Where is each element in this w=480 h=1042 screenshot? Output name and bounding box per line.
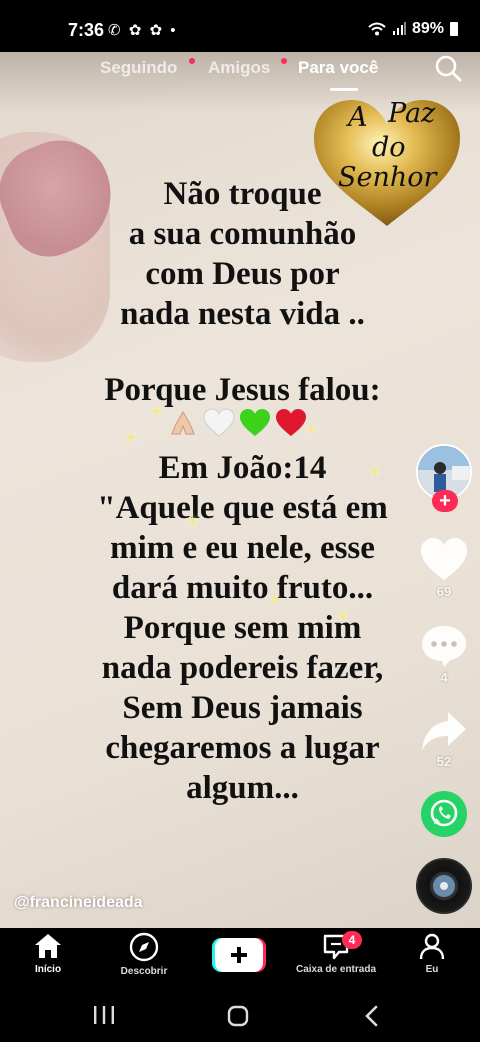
comment-count: 4 — [440, 670, 448, 685]
back-icon[interactable] — [362, 1004, 382, 1028]
sparkle-icon: ✦ — [368, 464, 382, 481]
tab-for-you[interactable]: Para você — [298, 58, 378, 78]
battery-icon — [450, 22, 458, 36]
green-heart-icon — [240, 409, 270, 436]
like-heart-icon[interactable] — [418, 536, 470, 582]
red-heart-icon — [276, 409, 306, 436]
message-paragraph-1: Não troque a sua comunhão com Deus por n… — [120, 176, 365, 332]
recent-apps-icon[interactable] — [92, 1004, 116, 1026]
folded-hands-icon — [171, 411, 195, 435]
music-disc[interactable] — [416, 858, 472, 914]
nav-inbox[interactable]: Caixa de entrada — [291, 932, 381, 975]
feed-tabs: Seguindo Amigos Para você — [0, 56, 480, 92]
sparkle-icon: ✦ — [186, 514, 200, 531]
share-count: 52 — [436, 754, 452, 769]
home-button-icon[interactable] — [226, 1004, 250, 1028]
sparkle-icon: ✦ — [336, 608, 350, 625]
nav-profile[interactable]: Eu — [387, 932, 477, 975]
music-disc-cover — [433, 875, 455, 897]
search-icon[interactable] — [434, 54, 462, 82]
status-time: 7:36 — [68, 20, 105, 40]
create-button[interactable] — [212, 938, 266, 972]
comment-icon[interactable] — [418, 622, 470, 668]
signal-icon — [392, 22, 406, 35]
whatsapp-icon — [430, 799, 458, 827]
plus-icon — [212, 938, 266, 972]
sparkle-icon: ✦ — [150, 404, 164, 421]
home-icon — [35, 934, 61, 958]
battery-percent: 89% — [411, 20, 444, 37]
nav-home[interactable]: Início — [3, 932, 93, 975]
system-nav-bar — [0, 988, 480, 1042]
inbox-badge: 4 — [342, 931, 362, 949]
emoji-row — [166, 408, 308, 438]
tab-following[interactable]: Seguindo — [100, 58, 177, 78]
message-paragraph-3: Em João:14 "Aquele que está em mim e eu … — [97, 450, 388, 806]
sparkle-icon: ✦ — [124, 430, 138, 447]
compass-icon — [129, 932, 159, 962]
like-count: 69 — [436, 584, 452, 599]
share-arrow-icon[interactable] — [418, 708, 470, 754]
message-paragraph-2: Porque Jesus falou: — [104, 372, 381, 408]
sparkle-icon: ✦ — [304, 422, 318, 439]
following-dot — [189, 58, 195, 64]
status-right: 89% — [368, 20, 458, 38]
follow-button[interactable]: + — [432, 490, 458, 512]
tab-friends[interactable]: Amigos — [208, 58, 270, 78]
profile-icon — [419, 933, 445, 960]
status-bar: 7:36 ✆ ✿ ✿ • 89% — [0, 0, 480, 52]
active-tab-indicator — [330, 88, 358, 91]
creator-username[interactable]: @francineideada — [14, 894, 143, 912]
whatsapp-share-button[interactable] — [421, 791, 467, 837]
notification-icons: ✆ ✿ ✿ • — [108, 22, 178, 39]
white-heart-icon — [203, 408, 235, 437]
sparkle-icon: ✦ — [268, 592, 282, 609]
wifi-icon — [368, 22, 386, 36]
bottom-nav: Início Descobrir Caixa de entrada 4 Eu — [0, 928, 480, 988]
nav-discover[interactable]: Descobrir — [99, 932, 189, 977]
friends-dot — [281, 58, 287, 64]
